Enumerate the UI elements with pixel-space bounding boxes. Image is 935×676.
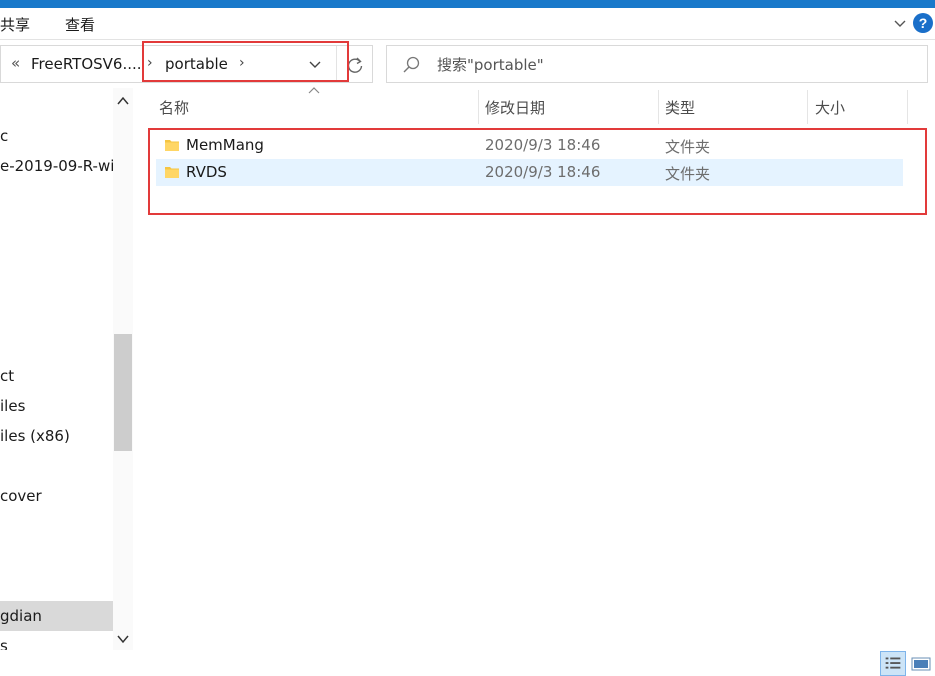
scrollbar-thumb[interactable] — [114, 334, 132, 451]
nav-item[interactable]: e-2019-09-R-win — [0, 151, 113, 181]
search-icon — [403, 56, 420, 73]
column-divider[interactable] — [807, 90, 808, 124]
nav-item[interactable]: iles (x86) — [0, 421, 113, 451]
column-header-name[interactable]: 名称 — [159, 97, 189, 118]
details-view-icon[interactable] — [880, 651, 906, 676]
annotation-highlight-address — [142, 41, 349, 82]
column-header-type[interactable]: 类型 — [665, 97, 695, 118]
column-divider[interactable] — [658, 90, 659, 124]
nav-item[interactable]: iles — [0, 391, 113, 421]
column-header-size[interactable]: 大小 — [815, 97, 845, 118]
column-divider[interactable] — [907, 90, 908, 124]
window-title-strip — [0, 0, 935, 8]
ribbon-tab-view[interactable]: 查看 — [65, 14, 95, 35]
chevron-up-icon[interactable] — [116, 94, 130, 108]
sort-ascending-icon — [308, 87, 320, 94]
nav-scrollbar[interactable] — [113, 88, 133, 650]
chevron-down-icon[interactable] — [116, 632, 130, 646]
help-icon[interactable]: ? — [913, 13, 933, 33]
search-box[interactable] — [386, 45, 928, 83]
chevron-down-icon[interactable] — [893, 16, 907, 30]
nav-item-selected[interactable]: gdian — [0, 601, 113, 631]
column-headers: 名称 修改日期 类型 大小 — [145, 87, 935, 124]
nav-item[interactable]: cover — [0, 481, 113, 511]
column-header-date[interactable]: 修改日期 — [485, 97, 545, 118]
nav-item[interactable]: ct — [0, 361, 113, 391]
annotation-highlight-files — [148, 128, 927, 215]
column-divider[interactable] — [478, 90, 479, 124]
large-icons-view-icon[interactable] — [910, 651, 932, 676]
address-overflow-button[interactable]: « — [11, 54, 20, 72]
breadcrumb-root[interactable]: FreeRTOSV6.... — [31, 55, 142, 73]
ribbon-tab-share[interactable]: 共享 — [0, 14, 30, 35]
nav-item[interactable]: c — [0, 121, 113, 151]
ribbon: 共享 查看 ? — [0, 8, 935, 40]
nav-item[interactable]: s — [0, 631, 113, 650]
search-input[interactable] — [437, 54, 907, 76]
